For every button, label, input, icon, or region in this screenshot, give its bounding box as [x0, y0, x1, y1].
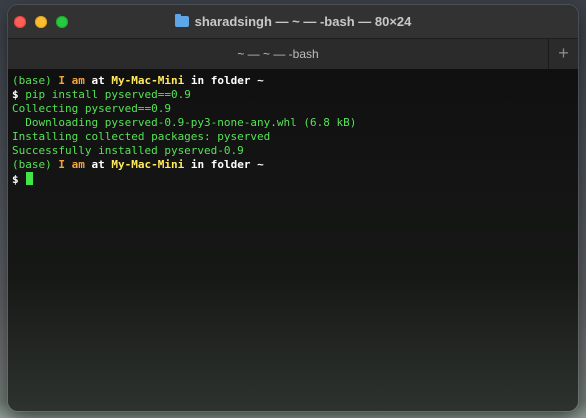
prompt-line: (base) I am at My-Mac-Mini in folder ~ [12, 74, 574, 88]
prompt-env: (base) [12, 158, 52, 171]
prompt-dir: ~ [257, 74, 264, 87]
folder-icon [174, 14, 189, 27]
prompt-symbol: $ [12, 173, 19, 186]
terminal-window: sharadsingh — ~ — -bash — 80×24 ~ — ~ — … [8, 5, 578, 411]
window-title-text: sharadsingh — ~ — -bash — 80×24 [194, 14, 412, 29]
prompt-host: My-Mac-Mini [111, 158, 185, 171]
input-line[interactable]: $ [12, 172, 574, 186]
prompt-in-folder: in folder [190, 158, 251, 171]
prompt-symbol: $ [12, 88, 19, 101]
new-tab-button[interactable]: + [548, 39, 578, 69]
prompt-env: (base) [12, 74, 52, 87]
text-cursor [26, 172, 34, 185]
terminal-output[interactable]: (base) I am at My-Mac-Mini in folder ~ $… [8, 70, 578, 411]
tab-bar: ~ — ~ — -bash + [8, 39, 578, 70]
tab-bash[interactable]: ~ — ~ — -bash [8, 39, 548, 69]
prompt-in-folder: in folder [190, 74, 251, 87]
prompt-am: am [71, 158, 85, 171]
prompt-host: My-Mac-Mini [111, 74, 185, 87]
output-line: Collecting pyserved==0.9 [12, 102, 171, 115]
command-text: pip install pyserved==0.9 [25, 88, 191, 101]
output-line: Installing collected packages: pyserved [12, 130, 271, 143]
prompt-at: at [91, 158, 105, 171]
output-line: Successfully installed pyserved-0.9 [12, 144, 244, 157]
command-line: $ pip install pyserved==0.9 [12, 88, 574, 102]
window-title: sharadsingh — ~ — -bash — 80×24 [8, 14, 578, 29]
prompt-dir: ~ [257, 158, 264, 171]
prompt-line: (base) I am at My-Mac-Mini in folder ~ [12, 158, 574, 172]
prompt-i: I [58, 74, 65, 87]
prompt-i: I [58, 158, 65, 171]
output-line: Downloading pyserved-0.9-py3-none-any.wh… [12, 116, 357, 129]
prompt-at: at [91, 74, 105, 87]
title-bar[interactable]: sharadsingh — ~ — -bash — 80×24 [8, 5, 578, 39]
prompt-am: am [71, 74, 85, 87]
